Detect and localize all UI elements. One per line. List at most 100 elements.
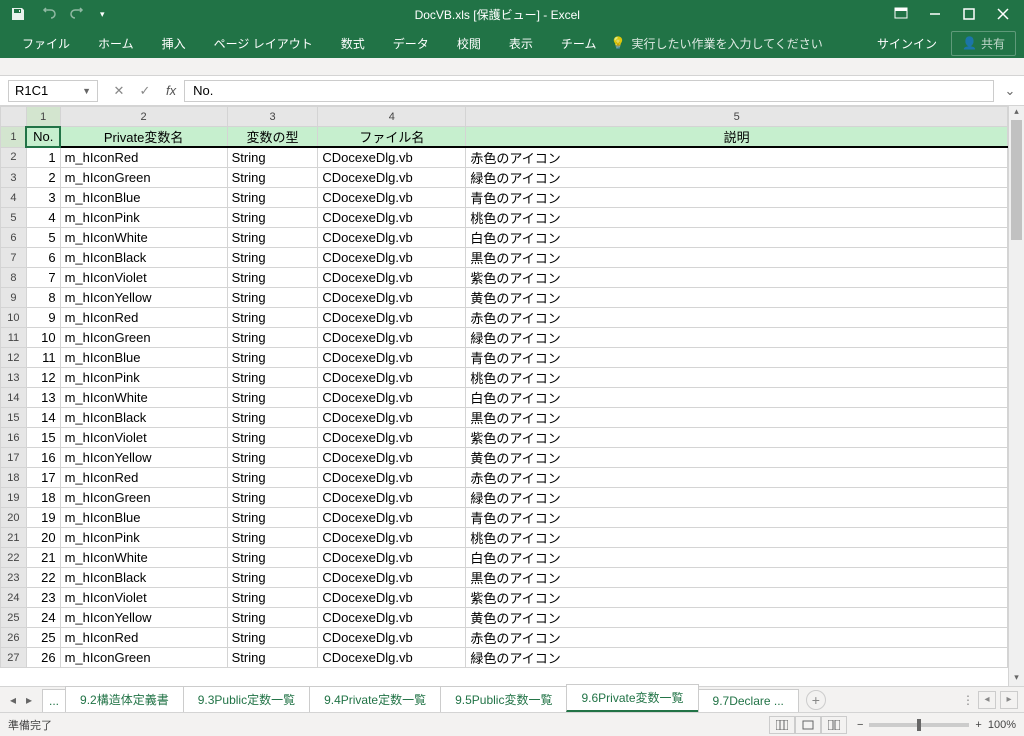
row-header[interactable]: 3 (1, 168, 27, 188)
cell[interactable]: 青色のアイコン (466, 188, 1008, 208)
cell[interactable]: 8 (26, 288, 60, 308)
cell[interactable]: CDocexeDlg.vb (318, 608, 466, 628)
cell[interactable]: String (227, 328, 318, 348)
fx-icon[interactable]: fx (166, 83, 184, 98)
cell[interactable]: m_hIconGreen (60, 488, 227, 508)
cell[interactable]: 14 (26, 408, 60, 428)
cell[interactable]: CDocexeDlg.vb (318, 628, 466, 648)
cell[interactable]: 黒色のアイコン (466, 248, 1008, 268)
cell[interactable]: String (227, 308, 318, 328)
cell[interactable]: CDocexeDlg.vb (318, 348, 466, 368)
cell[interactable]: String (227, 508, 318, 528)
row-header[interactable]: 17 (1, 448, 27, 468)
cell[interactable]: m_hIconRed (60, 147, 227, 168)
cell[interactable]: CDocexeDlg.vb (318, 188, 466, 208)
hscroll-right-icon[interactable]: ▸ (1000, 691, 1018, 709)
row-header[interactable]: 4 (1, 188, 27, 208)
cell[interactable]: 緑色のアイコン (466, 328, 1008, 348)
cell[interactable]: m_hIconYellow (60, 288, 227, 308)
sheet-tab[interactable]: 9.2構造体定義書 (65, 686, 184, 712)
row-header[interactable]: 5 (1, 208, 27, 228)
cell[interactable]: CDocexeDlg.vb (318, 568, 466, 588)
cell[interactable]: 19 (26, 508, 60, 528)
cell[interactable]: CDocexeDlg.vb (318, 428, 466, 448)
cell[interactable]: m_hIconGreen (60, 328, 227, 348)
ribbon-tab-3[interactable]: ページ レイアウト (200, 28, 327, 58)
cell[interactable]: 赤色のアイコン (466, 147, 1008, 168)
cell[interactable]: String (227, 468, 318, 488)
cell[interactable]: CDocexeDlg.vb (318, 208, 466, 228)
cell[interactable]: CDocexeDlg.vb (318, 448, 466, 468)
cell[interactable]: m_hIconBlue (60, 188, 227, 208)
cell[interactable]: CDocexeDlg.vb (318, 268, 466, 288)
zoom-in-button[interactable]: + (975, 719, 981, 731)
cell[interactable]: 24 (26, 608, 60, 628)
column-title-cell[interactable]: No. (26, 127, 60, 148)
row-header[interactable]: 21 (1, 528, 27, 548)
cell[interactable]: String (227, 488, 318, 508)
row-header[interactable]: 23 (1, 568, 27, 588)
cell[interactable]: 白色のアイコン (466, 548, 1008, 568)
column-title-cell[interactable]: 説明 (466, 127, 1008, 148)
row-header[interactable]: 18 (1, 468, 27, 488)
cell[interactable]: m_hIconBlack (60, 408, 227, 428)
cell[interactable]: String (227, 548, 318, 568)
cell[interactable]: 黒色のアイコン (466, 408, 1008, 428)
cell[interactable]: String (227, 147, 318, 168)
cell[interactable]: 21 (26, 548, 60, 568)
cell[interactable]: 紫色のアイコン (466, 268, 1008, 288)
zoom-slider[interactable] (869, 723, 969, 727)
cell[interactable]: m_hIconBlue (60, 348, 227, 368)
cell[interactable]: String (227, 208, 318, 228)
formula-input[interactable]: No. (184, 80, 994, 102)
cell[interactable]: CDocexeDlg.vb (318, 228, 466, 248)
cell[interactable]: m_hIconBlack (60, 568, 227, 588)
ribbon-tab-5[interactable]: データ (379, 28, 443, 58)
cell[interactable]: 7 (26, 268, 60, 288)
cell[interactable]: CDocexeDlg.vb (318, 508, 466, 528)
cell[interactable]: 紫色のアイコン (466, 428, 1008, 448)
cell[interactable]: 25 (26, 628, 60, 648)
save-icon[interactable] (10, 6, 26, 22)
ribbon-tab-1[interactable]: ホーム (84, 28, 148, 58)
tab-nav-prev-icon[interactable]: ◂ (6, 693, 20, 707)
cell[interactable]: CDocexeDlg.vb (318, 408, 466, 428)
cell[interactable]: 2 (26, 168, 60, 188)
ribbon-tab-7[interactable]: 表示 (495, 28, 547, 58)
row-header[interactable]: 11 (1, 328, 27, 348)
sheet-tab[interactable]: 9.5Public変数一覧 (440, 686, 567, 712)
view-page-layout-icon[interactable] (795, 716, 821, 734)
ribbon-tab-2[interactable]: 挿入 (148, 28, 200, 58)
row-header[interactable]: 15 (1, 408, 27, 428)
col-header[interactable]: 5 (466, 107, 1008, 127)
cell[interactable]: String (227, 608, 318, 628)
scroll-down-icon[interactable]: ▾ (1009, 672, 1024, 686)
cell[interactable]: String (227, 228, 318, 248)
sheet-tab-overflow-left[interactable]: ... (42, 689, 66, 712)
row-header[interactable]: 1 (1, 127, 27, 148)
scroll-up-icon[interactable]: ▴ (1009, 106, 1024, 120)
cell[interactable]: 白色のアイコン (466, 388, 1008, 408)
cell[interactable]: CDocexeDlg.vb (318, 168, 466, 188)
col-header[interactable]: 4 (318, 107, 466, 127)
row-header[interactable]: 24 (1, 588, 27, 608)
cell[interactable]: CDocexeDlg.vb (318, 468, 466, 488)
column-title-cell[interactable]: Private変数名 (60, 127, 227, 148)
qat-customize-icon[interactable]: ▾ (100, 9, 105, 20)
select-all-corner[interactable] (1, 107, 27, 127)
cell[interactable]: 18 (26, 488, 60, 508)
close-icon[interactable] (990, 1, 1016, 27)
row-header[interactable]: 10 (1, 308, 27, 328)
hscroll-split-icon[interactable]: ⋮ (962, 693, 974, 707)
sheet-tab[interactable]: 9.6Private変数一覧 (566, 684, 698, 712)
row-header[interactable]: 16 (1, 428, 27, 448)
cell[interactable]: 20 (26, 528, 60, 548)
cell[interactable]: m_hIconYellow (60, 608, 227, 628)
cell[interactable]: 青色のアイコン (466, 348, 1008, 368)
ribbon-tab-0[interactable]: ファイル (8, 28, 84, 58)
row-header[interactable]: 2 (1, 147, 27, 168)
row-header[interactable]: 25 (1, 608, 27, 628)
cell[interactable]: CDocexeDlg.vb (318, 588, 466, 608)
view-normal-icon[interactable] (769, 716, 795, 734)
cell[interactable]: m_hIconPink (60, 528, 227, 548)
